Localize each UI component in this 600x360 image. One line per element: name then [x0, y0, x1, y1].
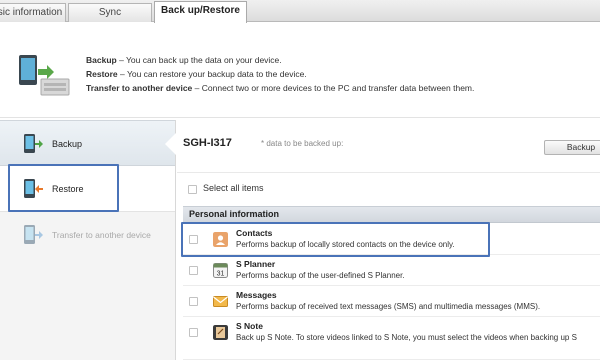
- header-divider: [0, 117, 600, 118]
- select-all-label: Select all items: [203, 183, 264, 193]
- list-item-s-planner[interactable]: 31 S Planner Performs backup of the user…: [183, 255, 600, 286]
- mode-sidebar: Backup Restore Transfer to another devic…: [0, 120, 176, 360]
- phone-transfer-icon: [24, 225, 43, 244]
- mode-transfer-label: Transfer to another device: [52, 230, 151, 240]
- item-title: S Note: [236, 321, 263, 331]
- tab-basic-information[interactable]: sic information: [0, 3, 66, 22]
- mode-backup-label: Backup: [52, 139, 83, 149]
- tab-bar: sic information Sync Back up/Restore: [0, 0, 600, 23]
- section-personal-information: Personal information: [183, 206, 600, 223]
- item-title: S Planner: [236, 259, 276, 269]
- restore-highlight-box: [8, 164, 119, 212]
- phone-backup-icon: [24, 134, 43, 153]
- backup-button[interactable]: Backup: [544, 140, 600, 155]
- messages-checkbox[interactable]: [189, 297, 198, 306]
- item-title: Messages: [236, 290, 277, 300]
- device-subtitle: * data to be backed up:: [261, 139, 344, 148]
- list-item-messages[interactable]: Messages Performs backup of received tex…: [183, 286, 600, 317]
- contacts-highlight-box: [181, 222, 490, 257]
- restore-description: Restore – You can restore your backup da…: [86, 69, 307, 79]
- s-planner-checkbox[interactable]: [189, 266, 198, 275]
- item-description: Performs backup of the user-defined S Pl…: [236, 271, 405, 280]
- item-description: Back up S Note. To store videos linked t…: [236, 333, 577, 342]
- calendar-icon: 31: [213, 263, 228, 278]
- header-panel: Backup – You can back up the data on you…: [0, 23, 600, 120]
- item-description: Performs backup of received text message…: [236, 302, 541, 311]
- transfer-description: Transfer to another device – Connect two…: [86, 83, 475, 93]
- tab-backup-restore[interactable]: Back up/Restore: [154, 1, 247, 23]
- mode-transfer[interactable]: Transfer to another device: [0, 212, 175, 258]
- selected-mode-indicator: [165, 133, 176, 155]
- section-label: Personal information: [189, 209, 280, 219]
- device-name: SGH-I317: [183, 137, 232, 149]
- s-note-checkbox[interactable]: [189, 328, 198, 337]
- messages-icon: [213, 296, 228, 307]
- svg-text:31: 31: [217, 271, 225, 278]
- select-all-checkbox[interactable]: [188, 185, 197, 194]
- list-item-s-note[interactable]: S Note Back up S Note. To store videos l…: [183, 317, 600, 360]
- tab-sync[interactable]: Sync: [68, 3, 152, 22]
- select-all-row[interactable]: Select all items: [177, 172, 600, 202]
- mode-backup[interactable]: Backup: [0, 120, 176, 166]
- device-backup-icon: [19, 55, 70, 96]
- snote-icon: [213, 325, 228, 340]
- backup-description: Backup – You can back up the data on you…: [86, 55, 282, 65]
